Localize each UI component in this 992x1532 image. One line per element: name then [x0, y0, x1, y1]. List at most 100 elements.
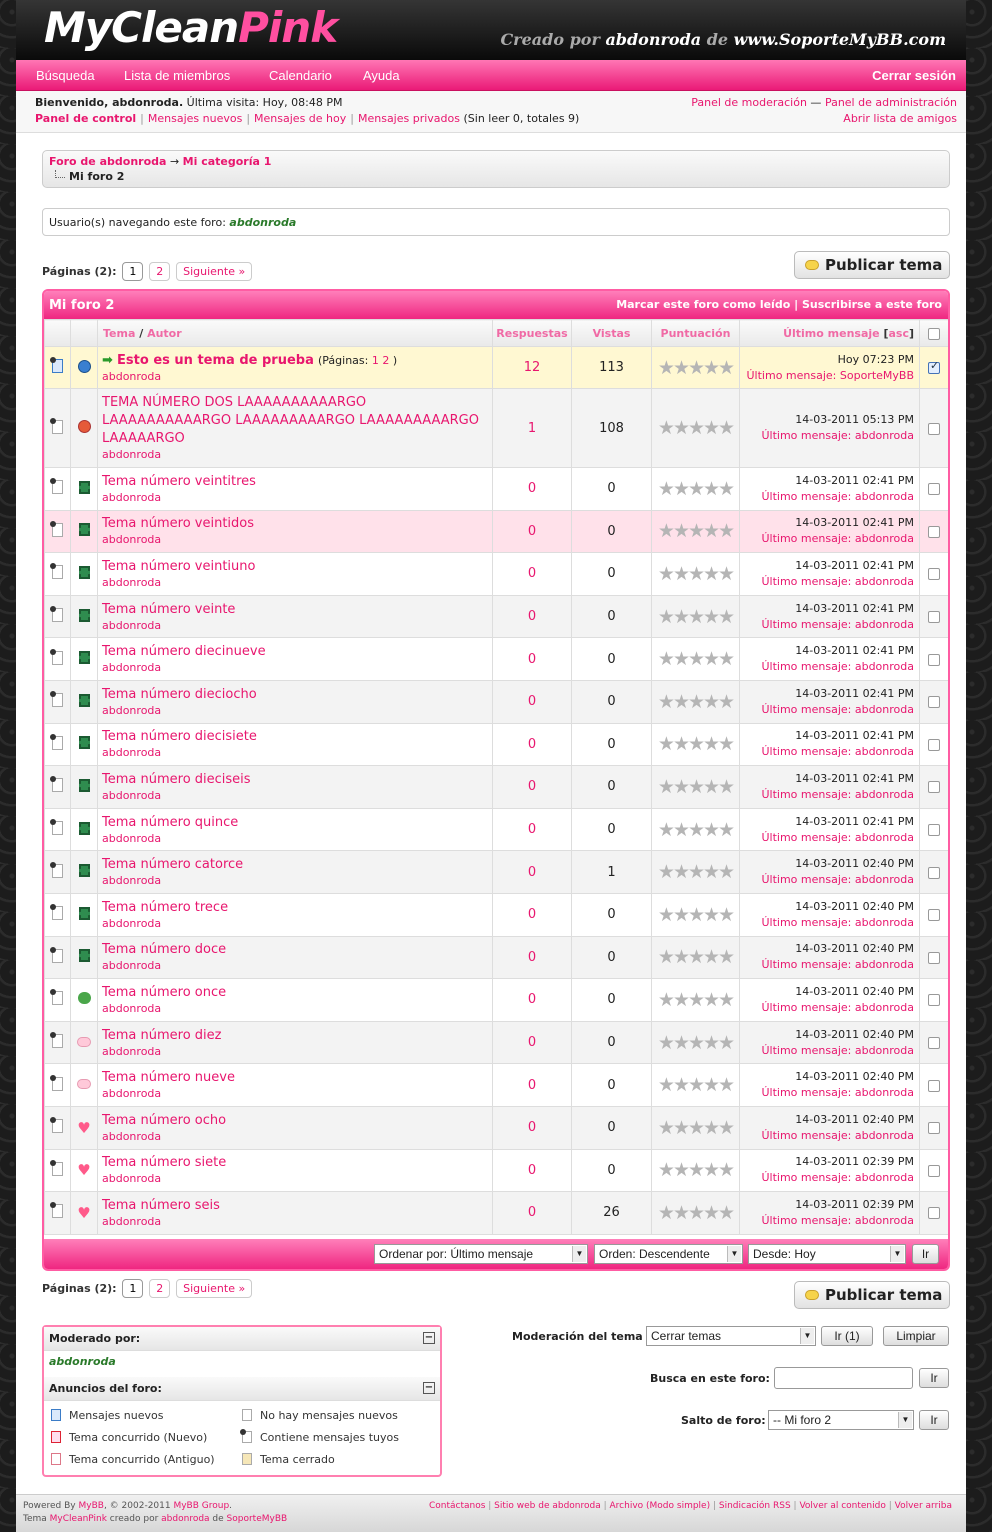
thread-checkbox[interactable] — [928, 525, 940, 538]
last-post-label[interactable]: Último mensaje: — [761, 429, 854, 442]
sort-by-rating[interactable]: Puntuación — [651, 319, 740, 347]
thread-replies[interactable]: 0 — [492, 935, 572, 980]
sort-by-lastpost[interactable]: Último mensaje — [783, 327, 880, 340]
rating-stars[interactable]: ★★★★★ — [652, 520, 739, 542]
page-2[interactable]: 2 — [149, 262, 171, 281]
last-post-user[interactable]: abdonroda — [855, 532, 914, 545]
last-post-user[interactable]: abdonroda — [855, 1001, 914, 1014]
rating-stars[interactable]: ★★★★★ — [652, 989, 739, 1011]
thread-replies[interactable]: 1 — [492, 388, 572, 468]
thread-replies[interactable]: 0 — [492, 765, 572, 809]
new-posts-link[interactable]: Mensajes nuevos — [148, 112, 242, 125]
thread-replies[interactable]: 0 — [492, 552, 572, 596]
thread-author[interactable]: abdonroda — [102, 491, 488, 505]
thread-replies[interactable]: 0 — [492, 892, 572, 937]
thread-checkbox[interactable] — [928, 1079, 940, 1092]
sort-asc-link[interactable]: asc — [888, 327, 909, 340]
mod-panel-link[interactable]: Panel de moderación — [691, 96, 807, 109]
thread-checkbox[interactable] — [928, 909, 940, 922]
thread-replies[interactable]: 0 — [492, 807, 572, 852]
breadcrumb-forum[interactable]: Foro de abdonroda — [49, 155, 166, 168]
moderation-clear-button[interactable]: Limpiar — [883, 1326, 949, 1346]
last-post-user[interactable]: abdonroda — [855, 490, 914, 503]
last-post-label[interactable]: Último mensaje: — [761, 1044, 854, 1057]
next-page[interactable]: Siguiente » — [176, 262, 253, 281]
thread-author[interactable]: abdonroda — [102, 1002, 488, 1016]
archive-link[interactable]: Archivo (Modo simple) — [610, 1501, 711, 1511]
thread-title[interactable]: Tema número siete — [102, 1155, 226, 1170]
last-post-user[interactable]: abdonroda — [855, 1044, 914, 1057]
theme-site-link[interactable]: SoporteMyBB — [227, 1514, 288, 1524]
rating-stars[interactable]: ★★★★★ — [652, 478, 739, 500]
thread-title[interactable]: Tema número catorce — [102, 857, 243, 872]
thread-title[interactable]: Tema número diecinueve — [102, 644, 266, 659]
subscribe-link[interactable]: Suscribirse a este foro — [802, 298, 942, 311]
sort-by-views[interactable]: Vistas — [571, 319, 652, 347]
last-post-label[interactable]: Último mensaje: — [761, 1001, 854, 1014]
last-post-user[interactable]: abdonroda — [855, 873, 914, 886]
thread-checkbox[interactable] — [928, 422, 940, 435]
thread-author[interactable]: abdonroda — [102, 661, 488, 675]
thread-page-link[interactable]: 1 — [372, 354, 379, 367]
rating-stars[interactable]: ★★★★★ — [652, 691, 739, 713]
order-by-select[interactable]: Ordenar por: Último mensaje ▼ — [374, 1244, 588, 1264]
thread-title[interactable]: Tema número veintitres — [102, 474, 256, 489]
last-post-label[interactable]: Último mensaje: — [761, 788, 854, 801]
logout-link[interactable]: Cerrar sesión — [872, 68, 956, 83]
thread-replies[interactable]: 0 — [492, 1063, 572, 1107]
thread-checkbox[interactable] — [928, 781, 940, 794]
rating-stars[interactable]: ★★★★★ — [652, 606, 739, 628]
collapse-icon[interactable]: − — [423, 1332, 435, 1344]
thread-replies[interactable]: 0 — [492, 679, 572, 724]
last-post-label[interactable]: Último mensaje: — [761, 916, 854, 929]
thread-title[interactable]: Tema número seis — [102, 1198, 220, 1213]
last-post-user[interactable]: abdonroda — [855, 958, 914, 971]
back-to-top-link[interactable]: Volver arriba — [895, 1501, 952, 1511]
forum-jump-button[interactable]: Ir — [919, 1410, 949, 1430]
theme-author-link[interactable]: abdonroda — [161, 1514, 209, 1524]
thread-author[interactable]: abdonroda — [102, 448, 488, 462]
thread-author[interactable]: abdonroda — [102, 619, 488, 633]
sort-go-button[interactable]: Ir — [912, 1244, 939, 1264]
thread-checkbox[interactable] — [928, 738, 940, 751]
thread-checkbox[interactable] — [928, 951, 940, 964]
last-post-label[interactable]: Último mensaje: — [761, 618, 854, 631]
last-post-user[interactable]: abdonroda — [855, 703, 914, 716]
last-post-label[interactable]: Último mensaje: — [761, 703, 854, 716]
thread-author[interactable]: abdonroda — [102, 576, 488, 590]
menu-members[interactable]: Lista de miembros — [124, 68, 230, 83]
rating-stars[interactable]: ★★★★★ — [652, 1032, 739, 1054]
thread-author[interactable]: abdonroda — [102, 370, 488, 384]
last-post-label[interactable]: Último mensaje: — [747, 369, 840, 382]
thread-checkbox[interactable] — [928, 994, 940, 1007]
thread-replies[interactable]: 0 — [492, 1191, 572, 1235]
thread-replies[interactable]: 0 — [492, 850, 572, 894]
thread-title[interactable]: Tema número diez — [102, 1028, 221, 1043]
moderation-go-button[interactable]: Ir (1) — [821, 1326, 873, 1346]
control-panel-link[interactable]: Panel de control — [35, 112, 136, 125]
thread-title[interactable]: Tema número dieciocho — [102, 687, 257, 702]
next-page[interactable]: Siguiente » — [176, 1279, 253, 1298]
new-thread-button[interactable]: Publicar tema — [794, 1281, 950, 1309]
thread-checkbox[interactable] — [928, 1037, 940, 1050]
forum-search-input[interactable] — [774, 1367, 913, 1389]
last-post-label[interactable]: Último mensaje: — [761, 1171, 854, 1184]
last-post-user[interactable]: abdonroda — [855, 916, 914, 929]
thread-checkbox[interactable] — [928, 1164, 940, 1177]
last-post-label[interactable]: Último mensaje: — [761, 1086, 854, 1099]
thread-replies[interactable]: 12 — [492, 346, 572, 389]
thread-author[interactable]: abdonroda — [102, 533, 488, 547]
thread-title[interactable]: Tema número trece — [102, 900, 228, 915]
thread-title[interactable]: Tema número ocho — [102, 1113, 226, 1128]
thread-title[interactable]: Tema número veinte — [102, 602, 235, 617]
thread-replies[interactable]: 0 — [492, 1105, 572, 1150]
last-post-user[interactable]: abdonroda — [855, 575, 914, 588]
last-post-user[interactable]: abdonroda — [855, 618, 914, 631]
website-link[interactable]: Sitio web de abdonroda — [494, 1501, 601, 1511]
thread-author[interactable]: abdonroda — [102, 832, 488, 846]
browsing-user[interactable]: abdonroda — [229, 216, 296, 229]
last-post-label[interactable]: Último mensaje: — [761, 660, 854, 673]
thread-author[interactable]: abdonroda — [102, 746, 488, 760]
thread-author[interactable]: abdonroda — [102, 1130, 488, 1144]
thread-replies[interactable]: 0 — [492, 637, 572, 681]
